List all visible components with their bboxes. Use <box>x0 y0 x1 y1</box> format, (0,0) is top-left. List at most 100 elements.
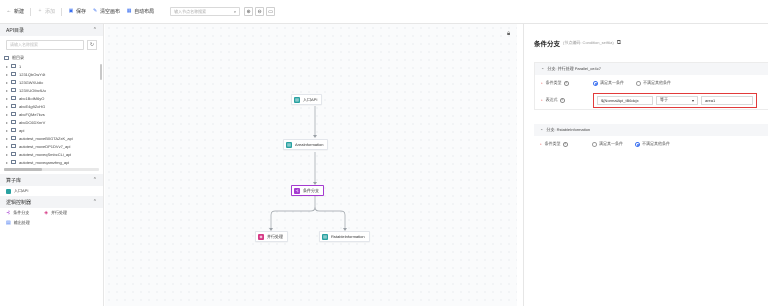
back-button[interactable]: ← 新建 <box>6 8 25 16</box>
radio-not-other[interactable]: 不满足其他条件 <box>636 80 671 86</box>
tree-root[interactable]: 根目录 <box>0 54 103 62</box>
radio-checked-icon <box>635 141 640 147</box>
logic-item-output[interactable]: ▤ 输出处理 <box>0 218 103 228</box>
node-area-information[interactable]: ▤ AreaInformation <box>283 139 329 150</box>
operator-item-entry-api[interactable]: 入口API <box>0 186 103 196</box>
properties-panel: 条件分支 (节点编码: Condition_seif6a) ⧉ ⌃ 分支: 并行处… <box>523 24 768 306</box>
folder-icon <box>11 88 16 92</box>
parallel-icon: ◈ <box>44 210 49 216</box>
api-search-input[interactable]: 请输入名称搜索 <box>6 40 84 50</box>
tree-horizontal-scrollbar[interactable] <box>4 168 99 171</box>
folder-icon <box>11 160 16 164</box>
fit-view-icon: ▭ <box>268 8 273 15</box>
folder-icon <box>11 120 16 124</box>
api-node-icon: ▤ <box>294 96 300 103</box>
arrow-head <box>313 135 317 138</box>
search-icon: ⌕ <box>233 9 237 14</box>
chevron-up-icon: ⌃ <box>541 66 545 72</box>
folder-icon <box>11 80 16 84</box>
radio-any-condition[interactable]: 满足其一条件 <box>593 80 624 86</box>
zoom-in-button[interactable]: ⊕ <box>244 7 254 16</box>
chevron-down-icon: ▾ <box>691 97 694 103</box>
plus-icon: + <box>38 8 42 14</box>
lock-icon[interactable]: 🔒︎ <box>507 31 510 38</box>
tree-item[interactable]: ▸ abcDC6DXnrV <box>0 118 103 126</box>
toolbar-divider <box>30 7 32 16</box>
api-node-icon: ▤ <box>286 141 292 148</box>
expression-value-input[interactable]: area1 <box>701 95 753 105</box>
logic-item-condition[interactable]: ⊰ 条件分支 <box>6 210 29 216</box>
tree-item[interactable]: ▸ 123GWXUdic <box>0 78 103 86</box>
refresh-button[interactable]: ↻ <box>87 40 97 50</box>
sidebar: API目录 ⌃ 请输入名称搜索 ↻ 根目录 ▸ 1 ▸ 1231QbOwY4t ▸ 12… <box>0 24 104 306</box>
node-search-input[interactable]: 输入节点名称搜索 ⌕ <box>170 7 241 16</box>
folder-icon <box>4 56 9 60</box>
add-button[interactable]: + 添加 <box>37 8 55 16</box>
sidebar-scrollbar[interactable] <box>100 64 102 80</box>
folder-icon <box>11 72 16 76</box>
node-entry-api[interactable]: ▤ 入口API <box>291 94 323 105</box>
folder-icon <box>11 136 16 140</box>
section-header[interactable]: ⌃ 分支: RstableInformation <box>534 124 768 136</box>
radio-unchecked-icon <box>636 80 641 86</box>
copy-icon[interactable]: ⧉ <box>617 40 621 47</box>
condition-type-row: * 条件类型? 满足其一条件 不满足其他条件 <box>540 141 670 147</box>
fit-view-button[interactable]: ▭ <box>266 7 276 16</box>
radio-unchecked-icon <box>592 141 597 147</box>
folder-icon <box>11 128 16 132</box>
condition-type-row: * 条件类型? 满足其一条件 不满足其他条件 <box>541 80 671 86</box>
tree-item[interactable]: ▸ abc1BoIM6yO <box>0 94 103 102</box>
operator-library-header[interactable]: 算子库 ⌃ <box>0 174 103 186</box>
connector-lines <box>269 106 347 231</box>
branch-icon: ⊰ <box>6 210 11 216</box>
section-header[interactable]: ⌃ 分支: 并行处理 Parallel_ce4c7 <box>535 63 768 75</box>
help-icon[interactable]: ? <box>559 97 565 103</box>
logic-items-row: ⊰ 条件分支 ◈ 并行处理 <box>0 208 103 218</box>
folder-icon <box>11 104 16 108</box>
radio-not-other[interactable]: 不满足其他条件 <box>635 141 670 147</box>
tree-item[interactable]: ▸ autotest_moveDP1DVv7_api <box>0 142 103 150</box>
toolbar-divider <box>61 7 63 16</box>
operator-select[interactable]: 等于 ▾ <box>656 95 698 105</box>
tree-item[interactable]: ▸ autotest_moveqamzfmg_api <box>0 158 103 166</box>
radio-checked-icon <box>593 80 598 86</box>
tree-item[interactable]: ▸ 1231QbOwY4t <box>0 70 103 78</box>
branch-section-parallel: ⌃ 分支: 并行处理 Parallel_ce4c7 * 条件类型? 满足其一条件 不… <box>534 62 768 110</box>
tree-item[interactable]: ▸ abcE4g9ZcHG <box>0 102 103 110</box>
help-icon[interactable]: ? <box>563 80 569 86</box>
toolbar: ← 新建 + 添加 ▣ 保存 ✎ 清空画布 ▦ 自动布局 输入节点名称搜索 ⌕ ⊕ ⊖ ▭ <box>0 0 768 24</box>
branch-icon: ⊰ <box>294 187 300 194</box>
node-condition-branch[interactable]: ⊰ 条件分支 <box>291 185 324 196</box>
folder-icon <box>11 112 16 116</box>
tree-item[interactable]: ▸ 1 <box>0 62 103 70</box>
folder-icon <box>11 144 16 148</box>
tree-item[interactable]: ▸ abcFQMe7kvs <box>0 110 103 118</box>
api-node-icon: ▤ <box>322 233 328 240</box>
logic-item-parallel[interactable]: ◈ 并行处理 <box>44 210 67 216</box>
flow-canvas[interactable]: ▤ 入口API ▤ AreaInformation ⊰ 条件分支 ◈ 并行处理 … <box>105 24 517 306</box>
tree-item[interactable]: ▸ autotest_moveB0GTAZxK_api <box>0 134 103 142</box>
expression-variable-input[interactable]: ${NormalApi_tB6dcjx <box>597 95 653 105</box>
help-icon[interactable]: ? <box>562 141 568 147</box>
zoom-out-icon: ⊖ <box>257 8 262 15</box>
zoom-in-icon: ⊕ <box>246 8 251 15</box>
node-parallel[interactable]: ◈ 并行处理 <box>255 231 288 242</box>
folder-icon <box>11 64 16 68</box>
zoom-out-button[interactable]: ⊖ <box>255 7 265 16</box>
auto-layout-button[interactable]: ▦ 自动布局 <box>126 8 154 16</box>
expression-row: * 表达式? ${NormalApi_tB6dcjx 等于 ▾ area1 <box>535 91 768 109</box>
folder-icon <box>11 152 16 156</box>
chevron-up-icon: ⌃ <box>92 177 97 183</box>
radio-any-condition[interactable]: 满足其一条件 <box>592 141 623 147</box>
tree-item[interactable]: ▸ autotest_moveqSmbcCLi_api <box>0 150 103 158</box>
output-icon: ▤ <box>6 220 11 226</box>
clear-canvas-button[interactable]: ✎ 清空画布 <box>92 8 120 16</box>
api-directory-header[interactable]: API目录 ⌃ <box>0 24 103 36</box>
logic-controller-header[interactable]: 逻辑控制器 ⌃ <box>0 196 103 208</box>
tree-item[interactable]: ▸ 123XUOIbcfUu <box>0 86 103 94</box>
chevron-up-icon: ⌃ <box>540 127 544 133</box>
save-button[interactable]: ▣ 保存 <box>68 8 86 16</box>
parallel-icon: ◈ <box>258 233 264 240</box>
node-rstable-information[interactable]: ▤ RstableInformation <box>319 231 370 242</box>
tree-item[interactable]: ▸ api <box>0 126 103 134</box>
